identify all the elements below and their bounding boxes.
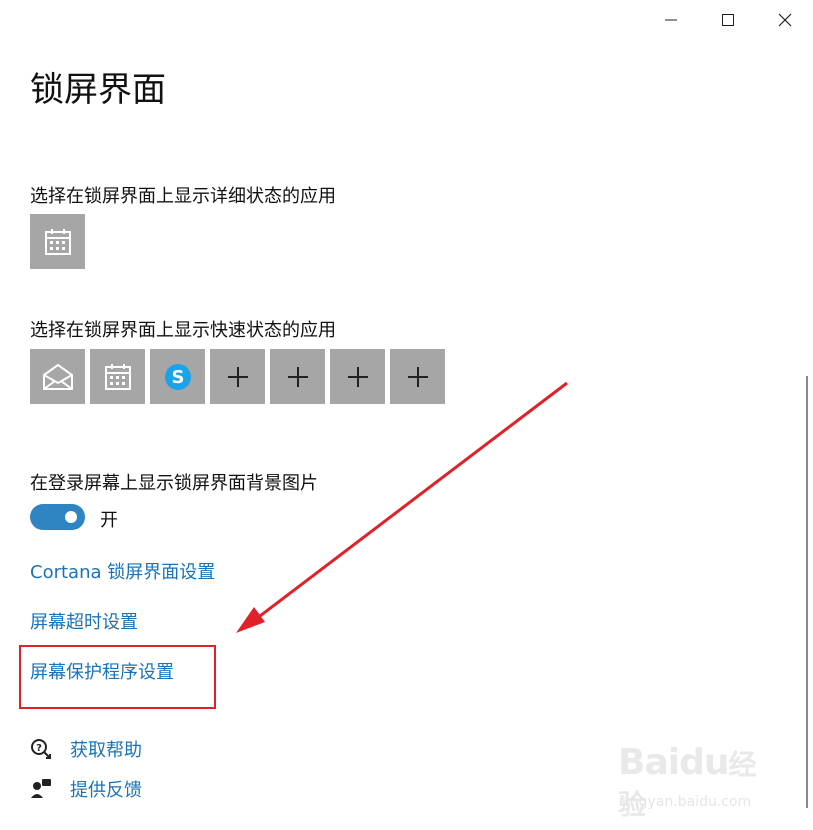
annotation-arrow bbox=[236, 381, 568, 633]
watermark-logo: Baidu bbox=[618, 742, 729, 783]
svg-text:?: ? bbox=[36, 743, 42, 754]
help-chat-icon: ? bbox=[31, 739, 51, 759]
give-feedback-label: 提供反馈 bbox=[70, 780, 142, 801]
feedback-icon bbox=[31, 779, 51, 798]
get-help-label: 获取帮助 bbox=[70, 740, 142, 761]
vertical-scrollbar[interactable] bbox=[806, 376, 808, 808]
baidu-watermark: Baidu经验 jingyan.baidu.com bbox=[618, 742, 778, 821]
give-feedback-link[interactable]: 提供反馈 bbox=[30, 776, 142, 802]
get-help-link[interactable]: ? 获取帮助 bbox=[30, 736, 142, 762]
watermark-url: jingyan.baidu.com bbox=[622, 794, 752, 810]
